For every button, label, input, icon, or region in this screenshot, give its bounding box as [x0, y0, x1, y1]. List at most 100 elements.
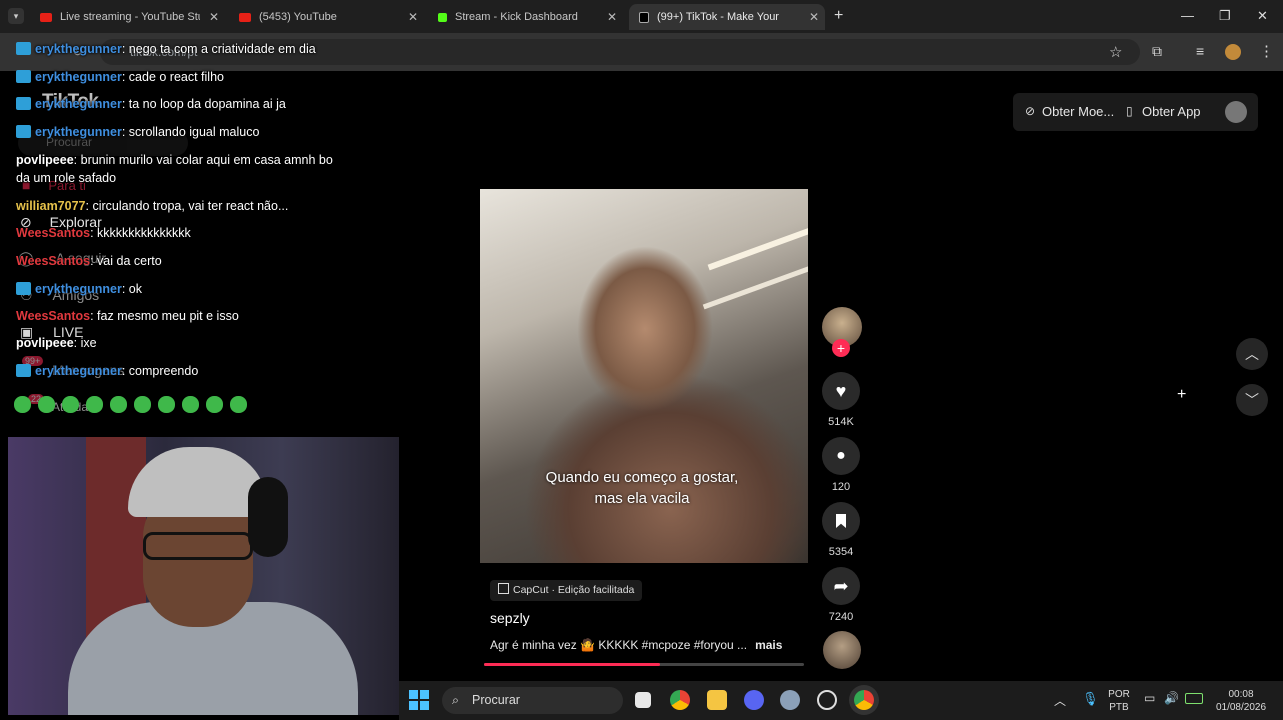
follow-button[interactable]: +: [832, 339, 850, 357]
crosshair-cursor-icon: +: [1177, 386, 1187, 403]
settings-icon[interactable]: [780, 690, 800, 710]
close-icon[interactable]: ✕: [607, 10, 617, 24]
close-icon[interactable]: ✕: [809, 10, 819, 24]
clock-app-icon[interactable]: [817, 690, 837, 710]
profile-icon[interactable]: [1225, 44, 1241, 60]
chat-username: erykthegunner: [35, 364, 122, 378]
star-icon[interactable]: ☆: [1109, 43, 1122, 61]
comment-count: 120: [831, 481, 851, 493]
avatar[interactable]: [1225, 101, 1247, 123]
restore-icon[interactable]: ❐: [1219, 8, 1231, 24]
chat-message: erykthegunner: ta no loop da dopamina ai…: [16, 95, 286, 113]
chevron-up-icon: ︿: [1245, 346, 1259, 362]
chrome-active-icon[interactable]: [854, 690, 874, 710]
coin-icon: ⊘: [1025, 104, 1036, 118]
tab-youtube[interactable]: (5453) YouTube ✕: [229, 4, 424, 30]
minimize-icon[interactable]: —: [1181, 8, 1194, 23]
chevron-up-icon[interactable]: ︿: [1054, 692, 1066, 709]
file-explorer-icon[interactable]: [707, 690, 727, 710]
network-icon[interactable]: ▭: [1144, 691, 1155, 705]
next-video-button[interactable]: ﹀: [1236, 384, 1268, 416]
chat-badge-icon: [16, 42, 31, 55]
chat-username: povlipeee: [16, 336, 74, 350]
menu-icon[interactable]: ⋮: [1259, 42, 1274, 60]
emote-row: [14, 396, 264, 416]
music-disc-avatar[interactable]: [823, 631, 861, 669]
tab-kick-dashboard[interactable]: Stream - Kick Dashboard ✕: [428, 4, 623, 30]
chrome-icon[interactable]: [670, 690, 690, 710]
capcut-label: CapCut · Edição facilitada: [513, 584, 635, 596]
chat-username: erykthegunner: [35, 282, 122, 296]
language-indicator[interactable]: POR PTB: [1106, 688, 1132, 714]
frog-emote-icon: [158, 396, 175, 413]
tab-search-dropdown[interactable]: ▾: [8, 8, 24, 24]
frog-emote-icon: [86, 396, 103, 413]
capcut-badge[interactable]: CapCut · Edição facilitada: [490, 580, 643, 601]
media-icon[interactable]: ≡: [1196, 43, 1204, 59]
tab-youtube-studio[interactable]: Live streaming - YouTube Studio ✕: [30, 4, 225, 30]
video-caption: Quando eu começo a gostar, mas ela vacil…: [480, 467, 808, 509]
previous-video-button[interactable]: ︿: [1236, 338, 1268, 370]
webcam-overlay: [8, 437, 399, 715]
ceiling-light: [707, 223, 808, 271]
volume-icon[interactable]: 🔊: [1164, 691, 1179, 705]
video-author[interactable]: sepzly: [490, 610, 530, 626]
description-text: Agr é minha vez 🤷 KKKKK #mcpoze #foryou …: [490, 638, 748, 652]
extensions-icon[interactable]: ⧉: [1152, 43, 1162, 60]
close-icon[interactable]: ✕: [209, 10, 219, 24]
chat-message: erykthegunner: cade o react filho: [16, 68, 224, 86]
tab-title: Live streaming - YouTube Studio: [60, 11, 200, 23]
chat-message: erykthegunner: ok: [16, 280, 142, 298]
get-app-button[interactable]: Obter App: [1142, 104, 1201, 119]
chat-message: erykthegunner: nego ta com a criatividad…: [16, 40, 316, 58]
lang-bottom: PTB: [1109, 702, 1129, 713]
like-count: 514K: [828, 416, 854, 428]
search-label: Procurar: [472, 693, 520, 707]
chat-message: da um role safado: [16, 169, 116, 187]
chat-text: : compreendo: [121, 364, 199, 378]
share-count: 7240: [828, 611, 854, 623]
new-tab-button[interactable]: +: [834, 7, 843, 25]
discord-icon[interactable]: [744, 690, 764, 710]
chat-username: william7077: [16, 199, 86, 213]
share-button[interactable]: ➦: [822, 567, 860, 605]
task-view-icon[interactable]: [635, 692, 651, 708]
close-icon[interactable]: ✕: [408, 10, 418, 24]
tab-tiktok[interactable]: (99+) TikTok - Make Your Day ✕: [629, 4, 825, 30]
chat-text: : ixe: [73, 336, 97, 350]
video-progress-bar[interactable]: [484, 663, 804, 666]
comment-button[interactable]: ●: [822, 437, 860, 475]
video-player[interactable]: Quando eu começo a gostar, mas ela vacil…: [480, 189, 808, 563]
more-link[interactable]: mais: [755, 638, 782, 652]
youtube-icon: [40, 12, 52, 22]
close-window-icon[interactable]: ✕: [1257, 8, 1268, 24]
get-coins-button[interactable]: Obter Moe...: [1042, 104, 1114, 119]
microphone-icon[interactable]: 🎙: [1082, 691, 1099, 707]
streamer-beanie: [128, 447, 268, 517]
chat-message: WeesSantos: vai da certo: [16, 252, 162, 270]
chat-message: erykthegunner: scrollando igual maluco: [16, 123, 259, 141]
video-description: Agr é minha vez 🤷 KKKKK #mcpoze #foryou …: [490, 638, 782, 652]
chat-username: erykthegunner: [35, 125, 122, 139]
share-icon: ➦: [833, 575, 849, 596]
chat-text: : faz mesmo meu pit e isso: [90, 309, 239, 323]
date: 01/08/2026: [1215, 702, 1267, 713]
chat-text: : nego ta com a criatividade em dia: [121, 42, 316, 56]
chat-text: : kkkkkkkkkkkkkkk: [90, 226, 191, 240]
chat-text: : ok: [121, 282, 142, 296]
windows-start-icon[interactable]: [409, 690, 429, 710]
frog-emote-icon: [230, 396, 247, 413]
tab-title: (99+) TikTok - Make Your Day: [657, 11, 782, 23]
chevron-down-icon: ﹀: [1245, 392, 1259, 408]
chat-username: WeesSantos: [16, 226, 91, 240]
battery-icon[interactable]: [1185, 693, 1203, 704]
clock[interactable]: 00:08 01/08/2026: [1209, 688, 1273, 714]
time: 00:08: [1228, 689, 1254, 700]
headset: [248, 477, 288, 557]
taskbar-search[interactable]: ⌕ Procurar: [442, 687, 623, 714]
chat-username: WeesSantos: [16, 254, 91, 268]
chat-badge-icon: [16, 97, 31, 110]
like-button[interactable]: ♥: [822, 372, 860, 410]
chat-username: erykthegunner: [35, 42, 122, 56]
save-button[interactable]: [822, 502, 860, 540]
